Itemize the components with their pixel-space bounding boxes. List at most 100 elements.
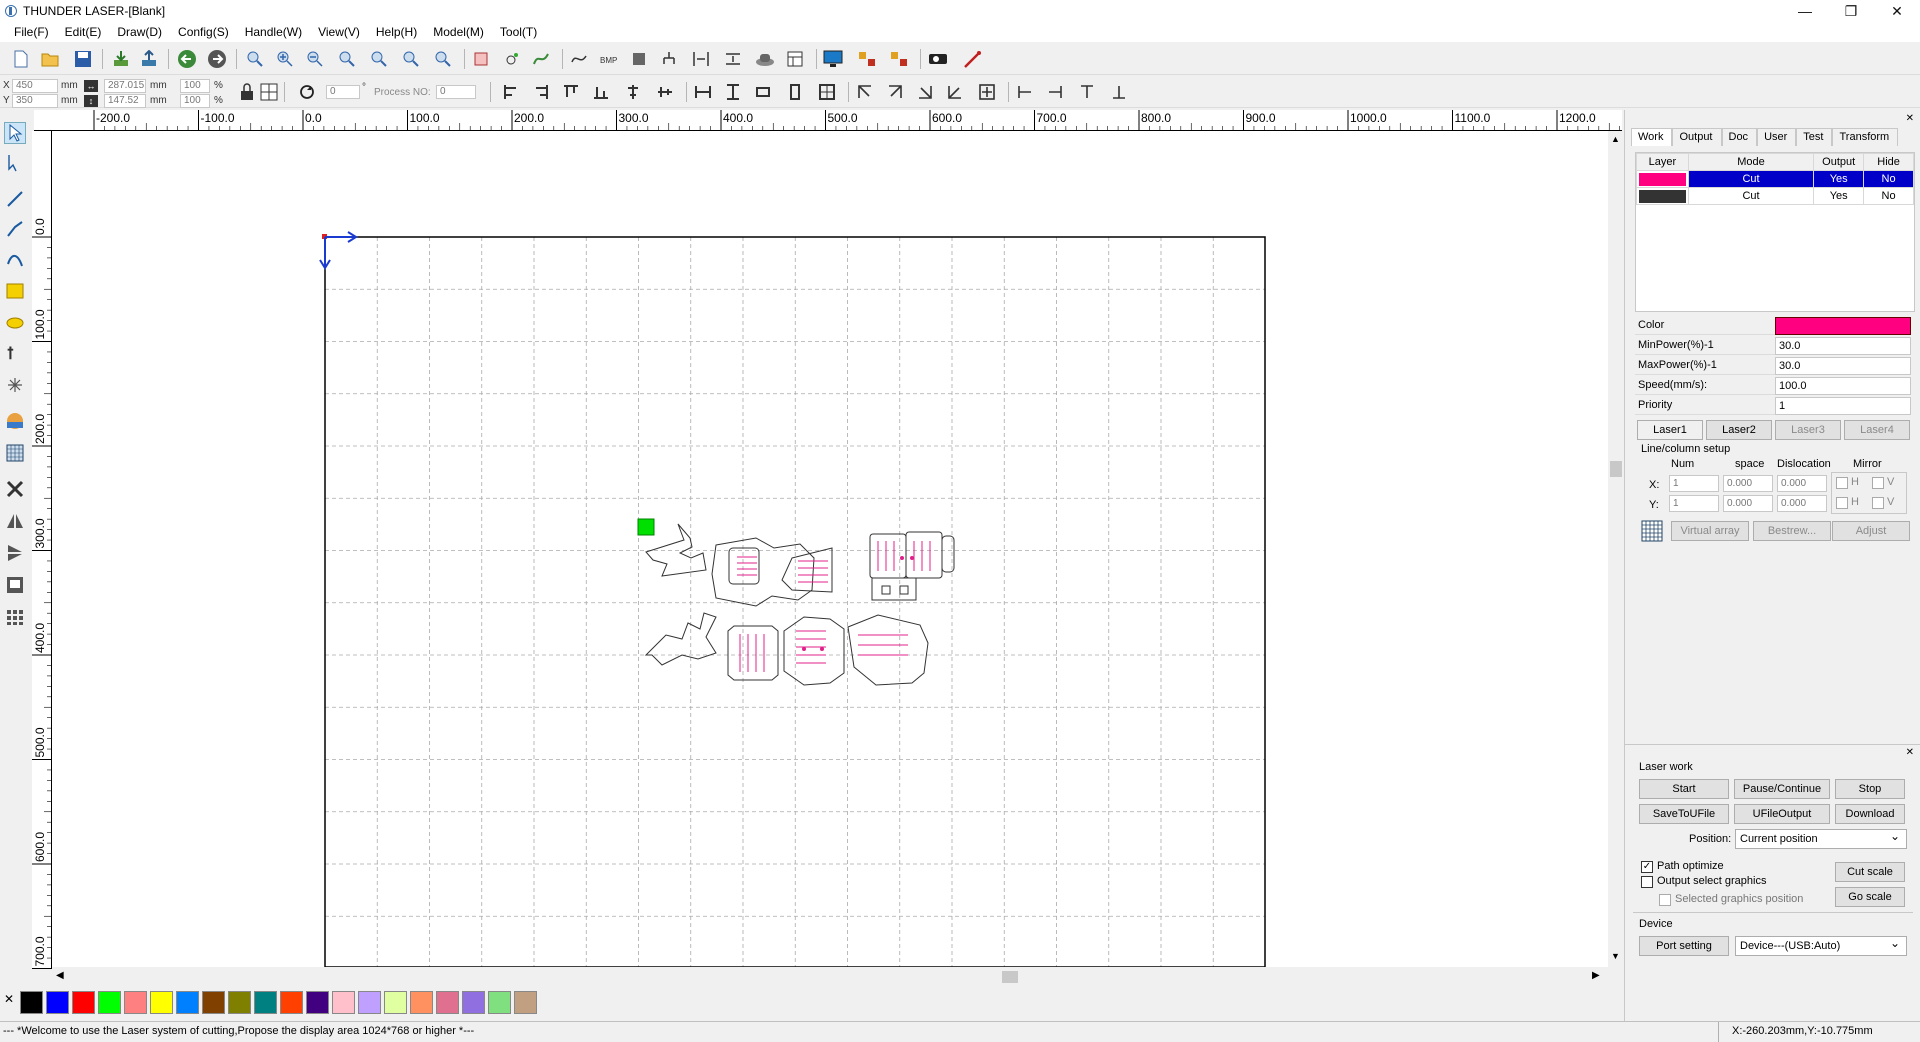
scroll-down-icon[interactable]: ▼	[1611, 951, 1620, 961]
zoom-selection-icon[interactable]	[400, 48, 422, 70]
grid-toggle-icon[interactable]	[258, 81, 280, 103]
layer-mode[interactable]: Cut	[1687, 170, 1815, 188]
corner-bottom-right-icon[interactable]	[914, 81, 936, 103]
ufile-output-button[interactable]: UFileOutput	[1734, 804, 1830, 824]
top-edge-icon[interactable]	[1076, 81, 1098, 103]
go-scale-button[interactable]: Go scale	[1835, 887, 1905, 907]
open-folder-icon[interactable]	[40, 48, 62, 70]
layout-icon[interactable]	[784, 48, 806, 70]
polyline-tool-icon[interactable]	[4, 218, 26, 240]
laser3-tab[interactable]: Laser3	[1775, 420, 1841, 440]
column-icon[interactable]	[784, 81, 806, 103]
line-tool-icon[interactable]	[4, 188, 26, 210]
same-width-icon[interactable]	[692, 81, 714, 103]
mirror-h-icon[interactable]	[4, 510, 26, 532]
panel-close-icon[interactable]: ✕	[1906, 113, 1914, 124]
layer-output[interactable]: Yes	[1813, 170, 1865, 188]
point-tool-icon[interactable]	[4, 374, 26, 396]
laserwork-close-icon[interactable]: ✕	[1906, 747, 1914, 758]
speed-field[interactable]: 100.0	[1775, 377, 1911, 395]
menu-edit[interactable]: Edit(E)	[57, 25, 110, 39]
select-tool-icon[interactable]	[4, 122, 26, 144]
menu-help[interactable]: Help(H)	[368, 25, 425, 39]
bottom-edge-icon[interactable]	[1108, 81, 1130, 103]
palette-swatch[interactable]	[306, 991, 329, 1014]
no-color-icon[interactable]: ✕	[4, 992, 14, 1006]
menu-view[interactable]: View(V)	[310, 25, 368, 39]
same-size-icon[interactable]	[752, 81, 774, 103]
palette-swatch[interactable]	[436, 991, 459, 1014]
palette-swatch[interactable]	[72, 991, 95, 1014]
display-icon[interactable]	[822, 48, 844, 70]
palette-swatch[interactable]	[254, 991, 277, 1014]
max-power-field[interactable]: 30.0	[1775, 357, 1911, 375]
text-tool-icon[interactable]: ꝉ	[4, 342, 26, 364]
zoom-fit-icon[interactable]	[336, 48, 358, 70]
grid-tool-icon[interactable]	[4, 442, 26, 464]
align-center-h-icon[interactable]	[622, 81, 644, 103]
x-num-field[interactable]: 1	[1669, 475, 1719, 492]
palette-swatch[interactable]	[98, 991, 121, 1014]
bitmap-icon[interactable]: BMP	[598, 48, 620, 70]
pause-continue-button[interactable]: Pause/Continue	[1734, 779, 1830, 799]
menu-config[interactable]: Config(S)	[170, 25, 237, 39]
device-select[interactable]: Device---(USB:Auto)	[1735, 934, 1907, 956]
layer-hide[interactable]: No	[1863, 170, 1914, 188]
save-to-ufile-button[interactable]: SaveToUFile	[1639, 804, 1729, 824]
tab-doc[interactable]: Doc	[1721, 128, 1758, 146]
mirror-x-v-checkbox[interactable]	[1872, 477, 1884, 489]
palette-swatch[interactable]	[462, 991, 485, 1014]
horizontal-scrollbar[interactable]: ◀ ▶	[52, 969, 1608, 986]
zoom-page-icon[interactable]	[368, 48, 390, 70]
frame-icon[interactable]	[4, 574, 26, 596]
process-no-field[interactable]: 0	[436, 85, 476, 99]
scroll-thumb[interactable]	[1002, 971, 1018, 983]
min-power-field[interactable]: 30.0	[1775, 337, 1911, 355]
laser1-tab[interactable]: Laser1	[1637, 420, 1703, 440]
node-edit-icon[interactable]	[500, 48, 522, 70]
left-edge-icon[interactable]	[1014, 81, 1036, 103]
layer-color-swatch[interactable]	[1639, 172, 1686, 186]
layer-row[interactable]: Cut Yes No	[1636, 187, 1914, 205]
layer-row[interactable]: Cut Yes No	[1636, 170, 1914, 188]
distribute-h-icon[interactable]	[690, 48, 712, 70]
menu-tool[interactable]: Tool(T)	[492, 25, 545, 39]
hat-icon[interactable]	[754, 48, 776, 70]
align-right-icon[interactable]	[530, 81, 552, 103]
palette-swatch[interactable]	[332, 991, 355, 1014]
y-position-field[interactable]: 350	[12, 94, 58, 108]
tab-user[interactable]: User	[1757, 128, 1797, 146]
minimize-button[interactable]: —	[1782, 0, 1828, 22]
array-grid-icon[interactable]	[1641, 520, 1663, 542]
delete-tool-icon[interactable]	[4, 478, 26, 500]
mirror-v-icon[interactable]	[4, 542, 26, 564]
curve-tool-icon[interactable]	[4, 248, 26, 270]
virtual-array-button[interactable]: Virtual array	[1671, 521, 1749, 541]
y-num-field[interactable]: 1	[1669, 495, 1719, 512]
menu-draw[interactable]: Draw(D)	[109, 25, 170, 39]
palette-swatch[interactable]	[228, 991, 251, 1014]
stop-button[interactable]: Stop	[1835, 779, 1905, 799]
palette-swatch[interactable]	[280, 991, 303, 1014]
x-space-field[interactable]: 0.000	[1723, 475, 1773, 492]
right-edge-icon[interactable]	[1044, 81, 1066, 103]
height-percent-field[interactable]: 100	[180, 94, 210, 108]
laser2-tab[interactable]: Laser2	[1706, 420, 1772, 440]
select-rect-icon[interactable]	[470, 48, 492, 70]
cut-graphics[interactable]	[644, 523, 955, 686]
zoom-all-icon[interactable]	[432, 48, 454, 70]
mirror-y-v-checkbox[interactable]	[1872, 497, 1884, 509]
layer-mode[interactable]: Cut	[1687, 187, 1815, 205]
ellipse-tool-icon[interactable]	[4, 312, 26, 334]
array-tool-icon[interactable]	[4, 606, 26, 628]
palette-swatch[interactable]	[384, 991, 407, 1014]
export-icon[interactable]	[138, 48, 160, 70]
y-space-field[interactable]: 0.000	[1723, 495, 1773, 512]
palette-swatch[interactable]	[124, 991, 147, 1014]
corner-bottom-left-icon[interactable]	[944, 81, 966, 103]
same-height-icon[interactable]	[722, 81, 744, 103]
width-percent-field[interactable]: 100	[180, 79, 210, 93]
lock-ratio-icon[interactable]	[236, 81, 258, 103]
palette-swatch[interactable]	[46, 991, 69, 1014]
layer-output[interactable]: Yes	[1813, 187, 1865, 205]
